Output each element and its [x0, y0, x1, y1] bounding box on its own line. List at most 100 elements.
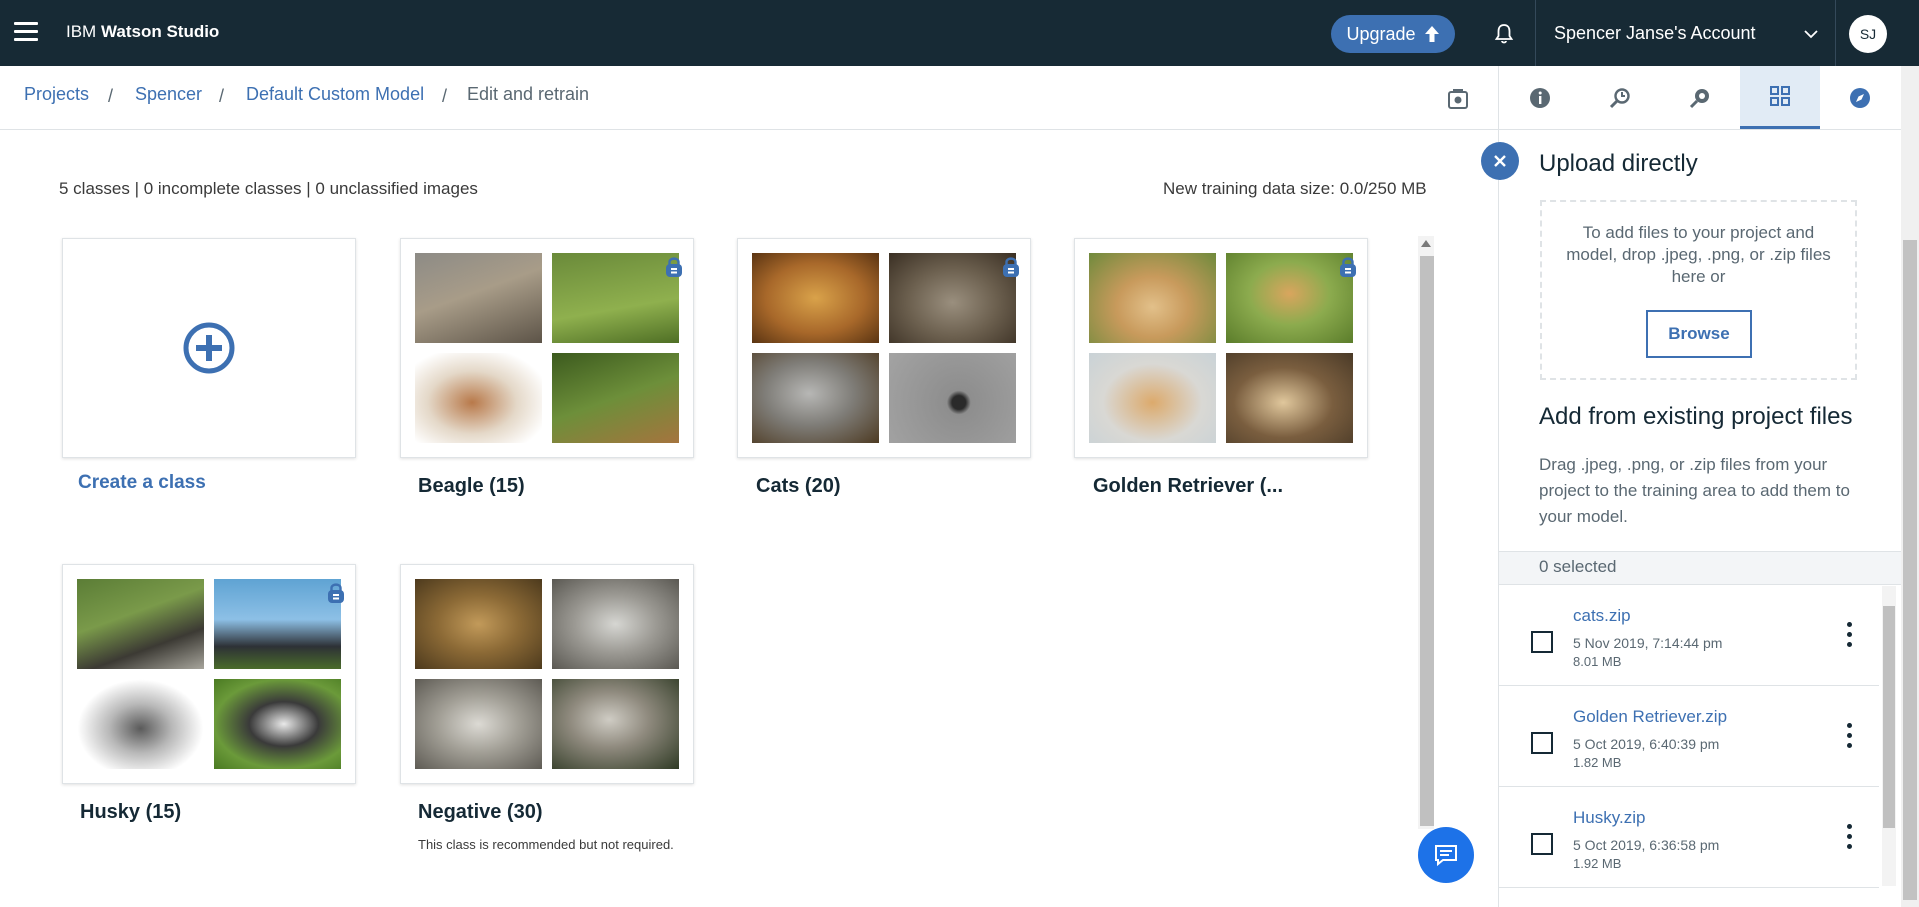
class-thumbnail	[1089, 253, 1216, 343]
file-checkbox[interactable]	[1531, 833, 1553, 855]
create-class-link[interactable]: Create a class	[78, 472, 206, 494]
class-thumbnail	[214, 579, 341, 669]
scrollbar-thumb[interactable]	[1420, 256, 1434, 826]
class-summary: 5 classes | 0 incomplete classes | 0 unc…	[59, 179, 478, 198]
upload-arrow-icon	[1424, 26, 1439, 42]
breadcrumb-separator: /	[219, 86, 225, 106]
lock-icon	[328, 583, 344, 603]
chat-button[interactable]	[1418, 827, 1474, 883]
create-class-card[interactable]	[62, 238, 356, 458]
upgrade-label: Upgrade	[1346, 23, 1416, 44]
file-date: 5 Nov 2019, 7:14:44 pm	[1573, 635, 1723, 651]
tab-data[interactable]	[1740, 66, 1820, 129]
scroll-up-arrow-icon[interactable]	[1421, 240, 1431, 247]
file-name[interactable]: Golden Retriever.zip	[1573, 707, 1727, 727]
tab-explore[interactable]	[1820, 66, 1900, 129]
file-name[interactable]: Husky.zip	[1573, 808, 1645, 828]
class-thumbnail	[1226, 353, 1353, 443]
class-thumbnail	[752, 253, 879, 343]
avatar[interactable]: SJ	[1849, 15, 1887, 53]
overflow-menu-icon[interactable]	[1845, 723, 1853, 751]
file-checkbox[interactable]	[1531, 631, 1553, 653]
class-thumbnail	[415, 579, 542, 669]
breadcrumb-separator: /	[442, 86, 448, 106]
compass-icon	[1850, 87, 1870, 108]
class-card-cats[interactable]	[737, 238, 1031, 458]
upgrade-button[interactable]: Upgrade	[1331, 15, 1455, 53]
breadcrumb-current: Edit and retrain	[467, 84, 590, 104]
class-note: This class is recommended but not requir…	[418, 837, 674, 852]
upload-title: Upload directly	[1539, 150, 1698, 177]
chevron-down-icon[interactable]	[1803, 26, 1819, 42]
class-thumbnail	[1226, 253, 1353, 343]
breadcrumb-projects[interactable]: Projects	[24, 84, 89, 105]
close-icon	[1494, 155, 1506, 167]
class-thumbnail	[415, 679, 542, 769]
tab-find[interactable]	[1660, 66, 1740, 129]
breadcrumb-default-custom-model[interactable]: Default Custom Model	[246, 84, 424, 105]
class-thumbnail	[889, 353, 1016, 443]
account-switcher[interactable]: Spencer Janse's Account	[1554, 23, 1756, 44]
tab-info[interactable]	[1500, 66, 1580, 129]
file-date: 5 Oct 2019, 6:40:39 pm	[1573, 736, 1720, 752]
top-bar: IBM Watson Studio Upgrade Spencer Janse'…	[0, 0, 1919, 66]
file-size: 1.82 MB	[1573, 755, 1622, 770]
file-row[interactable]: Husky.zip 5 Oct 2019, 6:36:58 pm 1.92 MB	[1499, 788, 1879, 888]
breadcrumb-separator: /	[108, 86, 114, 106]
breadcrumb	[0, 66, 1498, 130]
selected-count: 0 selected	[1539, 557, 1617, 576]
divider	[1835, 0, 1836, 66]
class-card-husky[interactable]	[62, 564, 356, 784]
class-thumbnail	[214, 679, 341, 769]
app-brand[interactable]: IBM Watson Studio	[66, 22, 219, 42]
class-thumbnail	[752, 353, 879, 443]
class-thumbnail	[77, 679, 204, 769]
class-thumbnail	[415, 253, 542, 343]
class-title-beagle[interactable]: Beagle (15)	[418, 475, 525, 498]
notification-bell-icon[interactable]	[1492, 22, 1516, 46]
class-thumbnail	[552, 679, 679, 769]
find-icon	[1689, 88, 1709, 108]
browse-button[interactable]: Browse	[1646, 310, 1752, 358]
class-title-golden-retriever[interactable]: Golden Retriever (...	[1093, 475, 1283, 498]
file-row[interactable]: cats.zip 5 Nov 2019, 7:14:44 pm 8.01 MB	[1499, 586, 1879, 686]
class-thumbnail	[889, 253, 1016, 343]
file-size: 8.01 MB	[1573, 654, 1622, 669]
file-row[interactable]: Golden Retriever.zip 5 Oct 2019, 6:40:39…	[1499, 687, 1879, 787]
overflow-menu-icon[interactable]	[1845, 622, 1853, 650]
overflow-menu-icon[interactable]	[1845, 824, 1853, 852]
lock-icon	[666, 257, 682, 277]
class-card-beagle[interactable]	[400, 238, 694, 458]
add-circle-icon	[183, 322, 235, 374]
lock-icon	[1340, 257, 1356, 277]
class-thumbnail	[415, 353, 542, 443]
file-size: 1.92 MB	[1573, 856, 1622, 871]
breadcrumb-spencer[interactable]: Spencer	[135, 84, 202, 105]
search-model-icon	[1609, 87, 1630, 108]
class-title-cats[interactable]: Cats (20)	[756, 475, 840, 498]
file-name[interactable]: cats.zip	[1573, 606, 1631, 626]
class-card-golden-retriever[interactable]	[1074, 238, 1368, 458]
file-checkbox[interactable]	[1531, 732, 1553, 754]
menu-icon[interactable]	[14, 22, 38, 42]
divider	[1535, 0, 1536, 66]
class-thumbnail	[77, 579, 204, 669]
class-thumbnail	[552, 353, 679, 443]
class-title-husky[interactable]: Husky (15)	[80, 801, 181, 824]
page-scrollbar-thumb[interactable]	[1903, 240, 1917, 900]
existing-files-title: Add from existing project files	[1539, 403, 1853, 430]
panel-tabs	[1498, 66, 1919, 130]
tab-model-search[interactable]	[1580, 66, 1660, 129]
brand-prefix: IBM	[66, 22, 97, 41]
info-icon	[1530, 87, 1550, 108]
close-panel-button[interactable]	[1481, 142, 1519, 180]
class-card-negative[interactable]	[400, 564, 694, 784]
drop-zone-text: To add files to your project and model, …	[1566, 223, 1831, 286]
file-list-scrollbar-thumb[interactable]	[1883, 606, 1895, 828]
class-thumbnail	[552, 253, 679, 343]
chat-icon	[1435, 845, 1457, 867]
settings-panel-icon[interactable]	[1447, 88, 1469, 110]
brand-name: Watson Studio	[100, 22, 220, 41]
class-title-negative[interactable]: Negative (30)	[418, 801, 543, 824]
class-thumbnail	[552, 579, 679, 669]
